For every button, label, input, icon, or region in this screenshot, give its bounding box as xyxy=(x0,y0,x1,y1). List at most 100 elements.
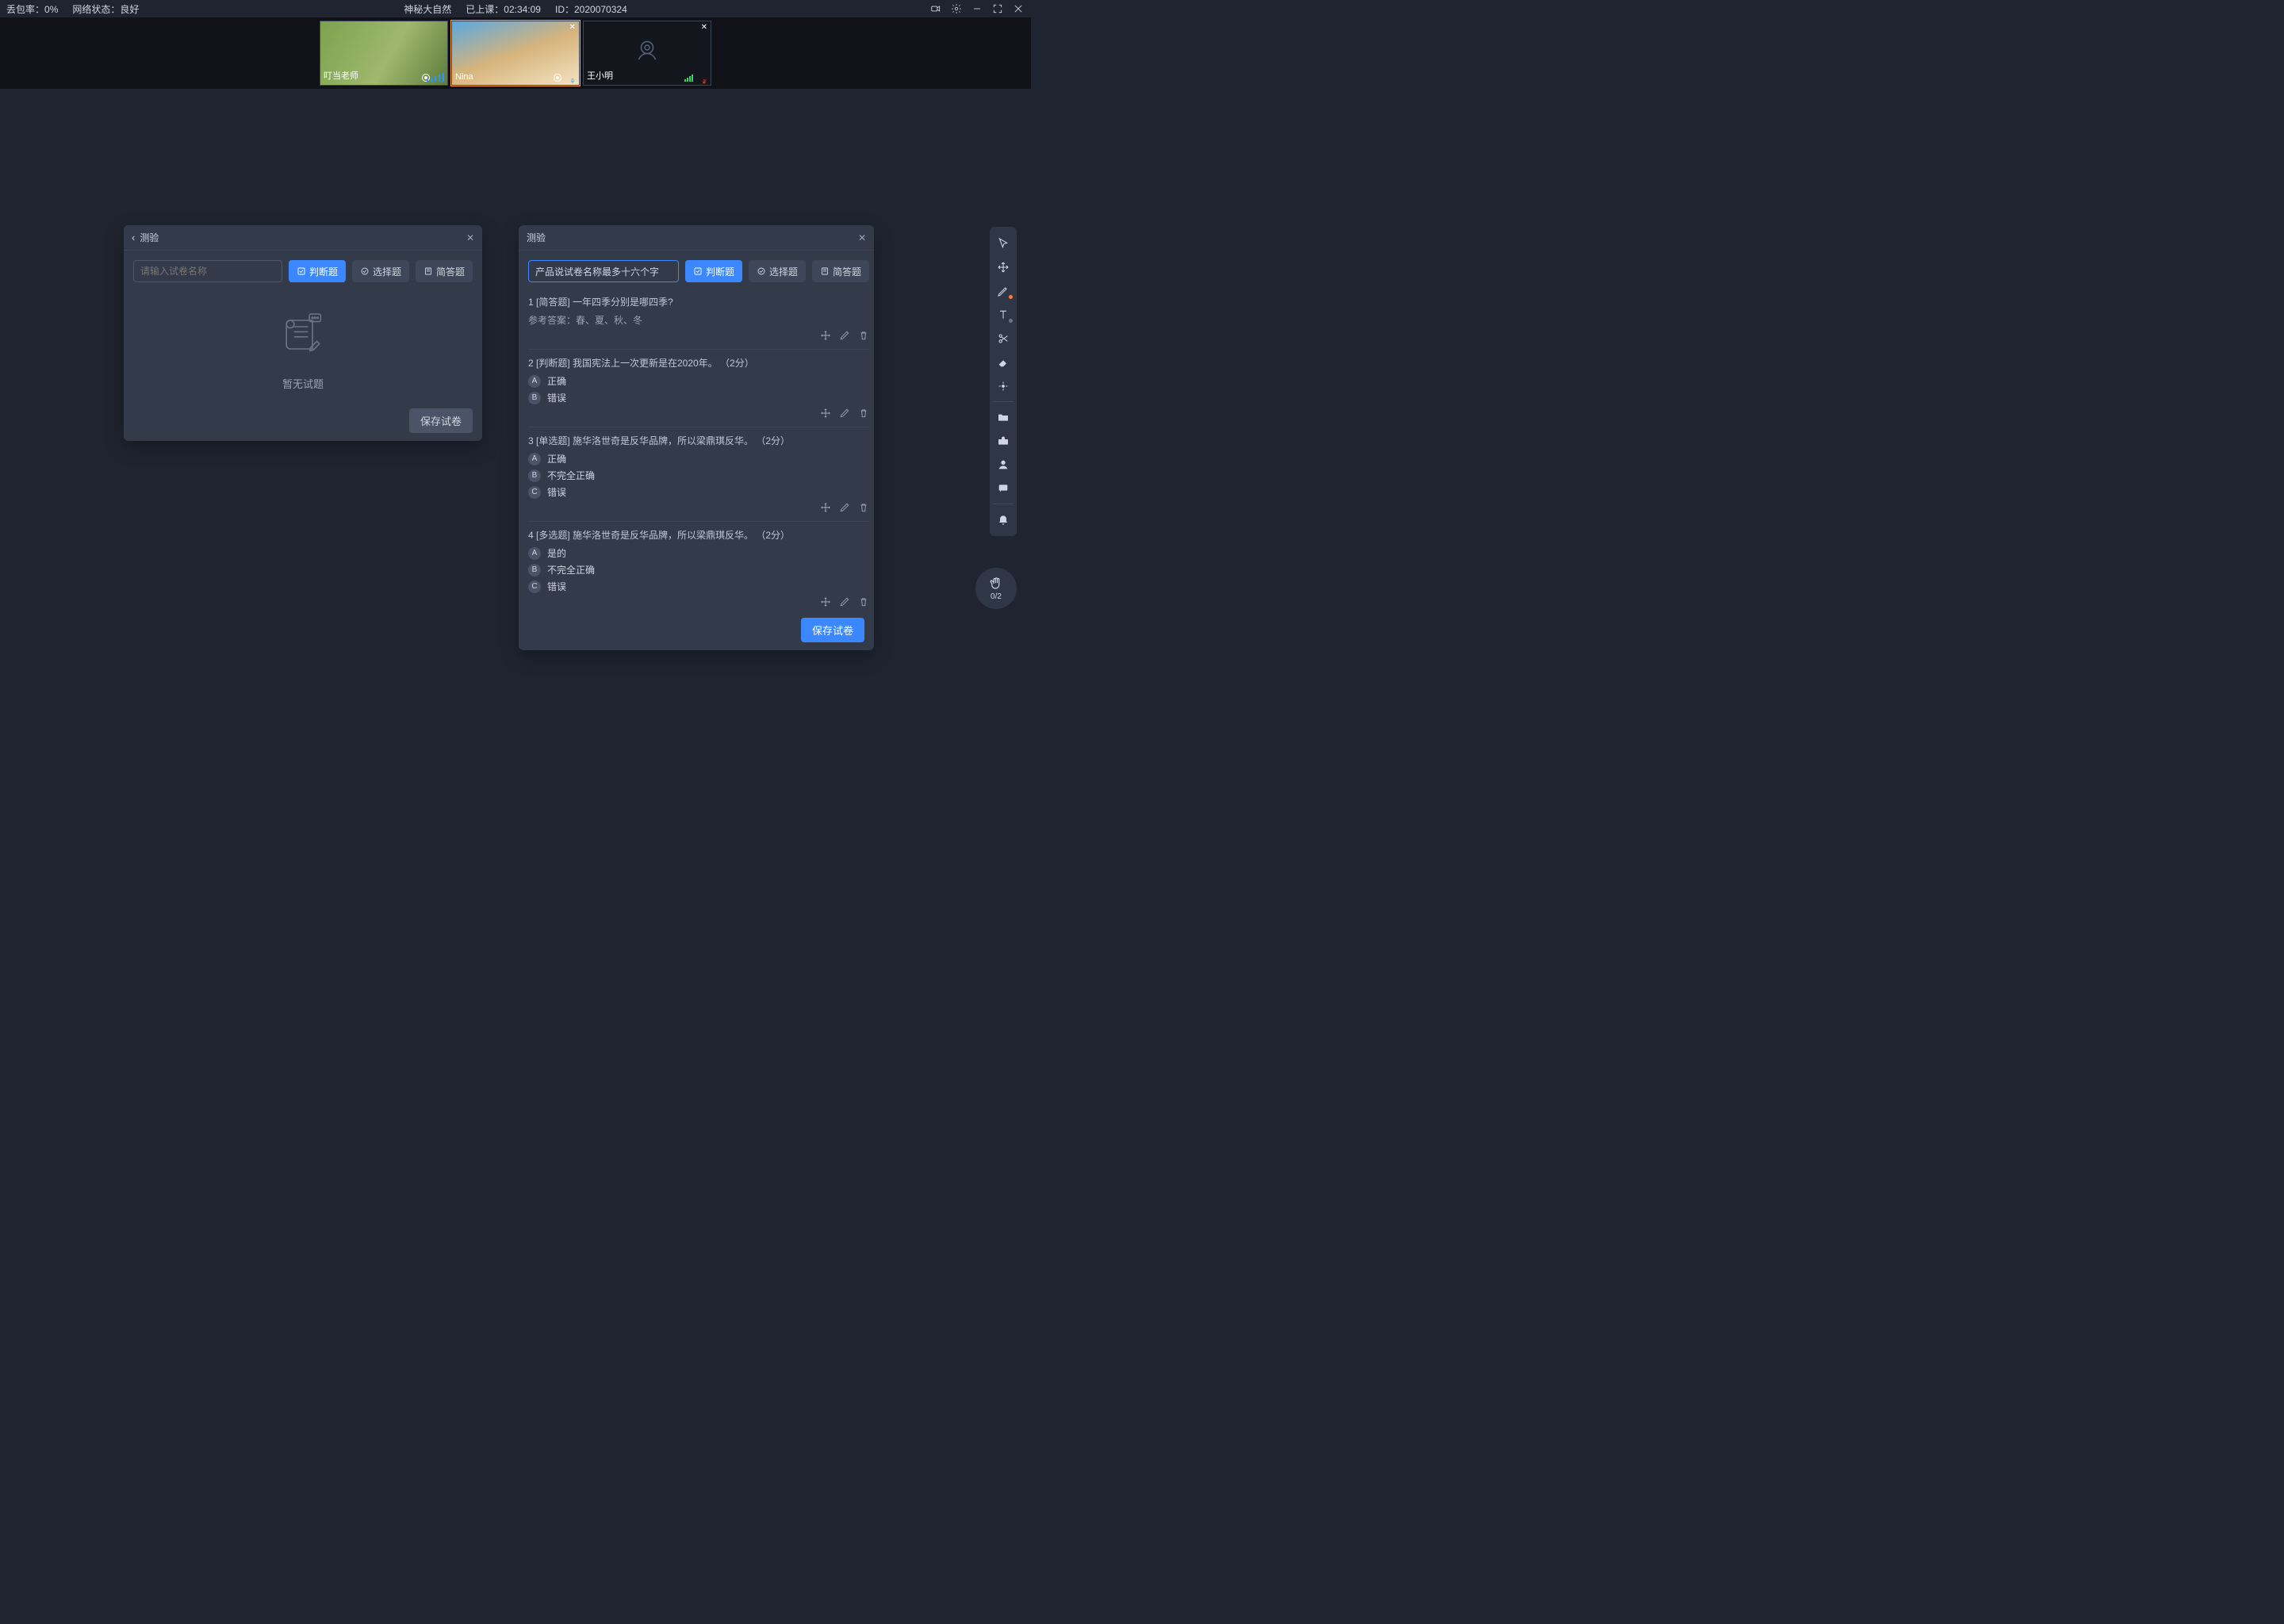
edit-icon[interactable] xyxy=(839,408,850,419)
class-title: 神秘大自然 xyxy=(404,2,451,16)
camera-toggle-icon[interactable] xyxy=(929,2,942,15)
move-icon[interactable] xyxy=(820,502,831,513)
settings-icon[interactable] xyxy=(950,2,963,15)
option-text: 正确 xyxy=(547,452,566,465)
save-quiz-button[interactable]: 保存试卷 xyxy=(409,408,473,433)
option-bullet: A xyxy=(528,453,541,465)
option-row[interactable]: B 不完全正确 xyxy=(528,563,869,576)
close-window-icon[interactable] xyxy=(1012,2,1025,15)
network-status: 网络状态：良好 xyxy=(72,2,139,16)
option-row[interactable]: A 正确 xyxy=(528,374,869,388)
save-quiz-button[interactable]: 保存试卷 xyxy=(801,618,864,642)
raise-hand-badge[interactable]: 0/2 xyxy=(975,568,1017,609)
type-truefalse-button[interactable]: 判断题 xyxy=(685,260,742,282)
folder-icon[interactable] xyxy=(990,405,1017,429)
type-choice-button[interactable]: 选择题 xyxy=(749,260,806,282)
packet-loss: 丢包率：0% xyxy=(6,2,58,16)
option-text: 不完全正确 xyxy=(547,563,595,576)
video-tile-student[interactable]: ✕ 王小明 xyxy=(583,21,711,86)
signal-bars-icon xyxy=(427,73,444,82)
reference-answer: 参考答案：春、夏、秋、冬 xyxy=(528,313,642,327)
option-row[interactable]: B 不完全正确 xyxy=(528,469,869,482)
option-row[interactable]: A是的 xyxy=(528,546,869,560)
question-title: 4 [多选题] 施华洛世奇是反华品牌，所以梁鼎琪反华。 （2分） xyxy=(528,528,869,542)
question-item: 4 [多选题] 施华洛世奇是反华品牌，所以梁鼎琪反华。 （2分） A是的 B 不完全正… xyxy=(528,522,869,610)
close-icon[interactable]: ✕ xyxy=(466,232,474,243)
eraser-tool-icon[interactable] xyxy=(990,350,1017,374)
option-bullet: C xyxy=(528,486,541,499)
delete-icon[interactable] xyxy=(858,408,869,419)
close-icon[interactable]: ✕ xyxy=(569,23,576,32)
participant-name: 叮当老师 xyxy=(324,69,358,82)
close-icon[interactable]: ✕ xyxy=(701,23,707,32)
quiz-name-input[interactable] xyxy=(133,260,282,282)
empty-scroll-icon xyxy=(271,304,335,368)
right-toolbar xyxy=(990,227,1017,536)
move-icon[interactable] xyxy=(820,330,831,341)
question-title: 2 [判断题] 我国宪法上一次更新是在2020年。 （2分） xyxy=(528,356,869,370)
fullscreen-icon[interactable] xyxy=(991,2,1004,15)
user-icon[interactable] xyxy=(990,453,1017,477)
edit-icon[interactable] xyxy=(839,596,850,607)
option-text: 错误 xyxy=(547,391,566,404)
panel-title: 测验 xyxy=(527,231,858,244)
mic-icon xyxy=(569,74,576,82)
question-item: 3 [单选题] 施华洛世奇是反华品牌，所以梁鼎琪反华。 （2分）A正确B不完全正… xyxy=(528,427,869,522)
video-tile-student[interactable]: ✕ Nina xyxy=(451,21,580,86)
option-row[interactable]: C错误 xyxy=(528,485,869,499)
text-tool-icon[interactable] xyxy=(990,303,1017,327)
question-title: 1 [简答题] 一年四季分别是哪四季? xyxy=(528,295,869,308)
option-bullet: B xyxy=(528,469,541,482)
edit-icon[interactable] xyxy=(839,330,850,341)
top-bar: 丢包率：0% 网络状态：良好 神秘大自然 已上课：02:34:09 ID：202… xyxy=(0,0,1031,17)
scissors-tool-icon[interactable] xyxy=(990,327,1017,350)
hand-count: 0/2 xyxy=(991,592,1002,601)
chat-icon[interactable] xyxy=(990,477,1017,500)
option-text: 错误 xyxy=(547,580,566,593)
bell-icon[interactable] xyxy=(990,508,1017,531)
option-row[interactable]: C 错误 xyxy=(528,580,869,593)
record-indicator-icon xyxy=(554,74,561,82)
option-text: 不完全正确 xyxy=(547,469,595,482)
toolbox-icon[interactable] xyxy=(990,429,1017,453)
type-choice-button[interactable]: 选择题 xyxy=(352,260,409,282)
panel-title: 测验 xyxy=(140,231,466,244)
class-elapsed: 已上课：02:34:09 xyxy=(466,2,541,16)
type-truefalse-button[interactable]: 判断题 xyxy=(289,260,346,282)
hand-icon xyxy=(989,576,1003,591)
option-bullet: B xyxy=(528,392,541,404)
option-text: 是的 xyxy=(547,546,566,560)
option-bullet: A xyxy=(528,375,541,388)
question-item: 1 [简答题] 一年四季分别是哪四季? 参考答案：春、夏、秋、冬 xyxy=(528,289,869,350)
quiz-panel-blank: ‹ 测验 ✕ 判断题 选择题 简答题 暂无试题 保存试卷 xyxy=(124,225,482,441)
option-row[interactable]: A 正确 xyxy=(528,452,869,465)
minimize-icon[interactable] xyxy=(971,2,983,15)
type-short-answer-button[interactable]: 简答题 xyxy=(812,260,869,282)
participant-name: Nina xyxy=(455,72,473,82)
quiz-panel-filled: 测验 ✕ 判断题 选择题 简答题 1 [简答题] 一年四季分别是哪四季? 参考答案… xyxy=(519,225,874,650)
pen-tool-icon[interactable] xyxy=(990,279,1017,303)
move-icon[interactable] xyxy=(820,596,831,607)
mic-muted-icon xyxy=(701,75,707,82)
move-tool-icon[interactable] xyxy=(990,255,1017,279)
delete-icon[interactable] xyxy=(858,330,869,341)
pointer-tool-icon[interactable] xyxy=(990,232,1017,255)
edit-icon[interactable] xyxy=(839,502,850,513)
class-id: ID：2020070324 xyxy=(555,2,627,16)
video-tile-teacher[interactable]: 叮当老师 xyxy=(320,21,448,86)
option-row[interactable]: B 错误 xyxy=(528,391,869,404)
quiz-name-input[interactable] xyxy=(528,260,679,282)
video-strip: 叮当老师 ✕ Nina ✕ 王小明 xyxy=(0,17,1031,89)
laser-tool-icon[interactable] xyxy=(990,374,1017,398)
back-icon[interactable]: ‹ xyxy=(132,232,135,243)
close-icon[interactable]: ✕ xyxy=(858,232,866,243)
delete-icon[interactable] xyxy=(858,596,869,607)
option-bullet: B xyxy=(528,564,541,576)
option-bullet: C xyxy=(528,580,541,593)
type-short-answer-button[interactable]: 简答题 xyxy=(416,260,473,282)
option-text: 正确 xyxy=(547,374,566,388)
move-icon[interactable] xyxy=(820,408,831,419)
delete-icon[interactable] xyxy=(858,502,869,513)
camera-off-icon xyxy=(633,36,661,64)
signal-bars-icon xyxy=(684,75,693,82)
